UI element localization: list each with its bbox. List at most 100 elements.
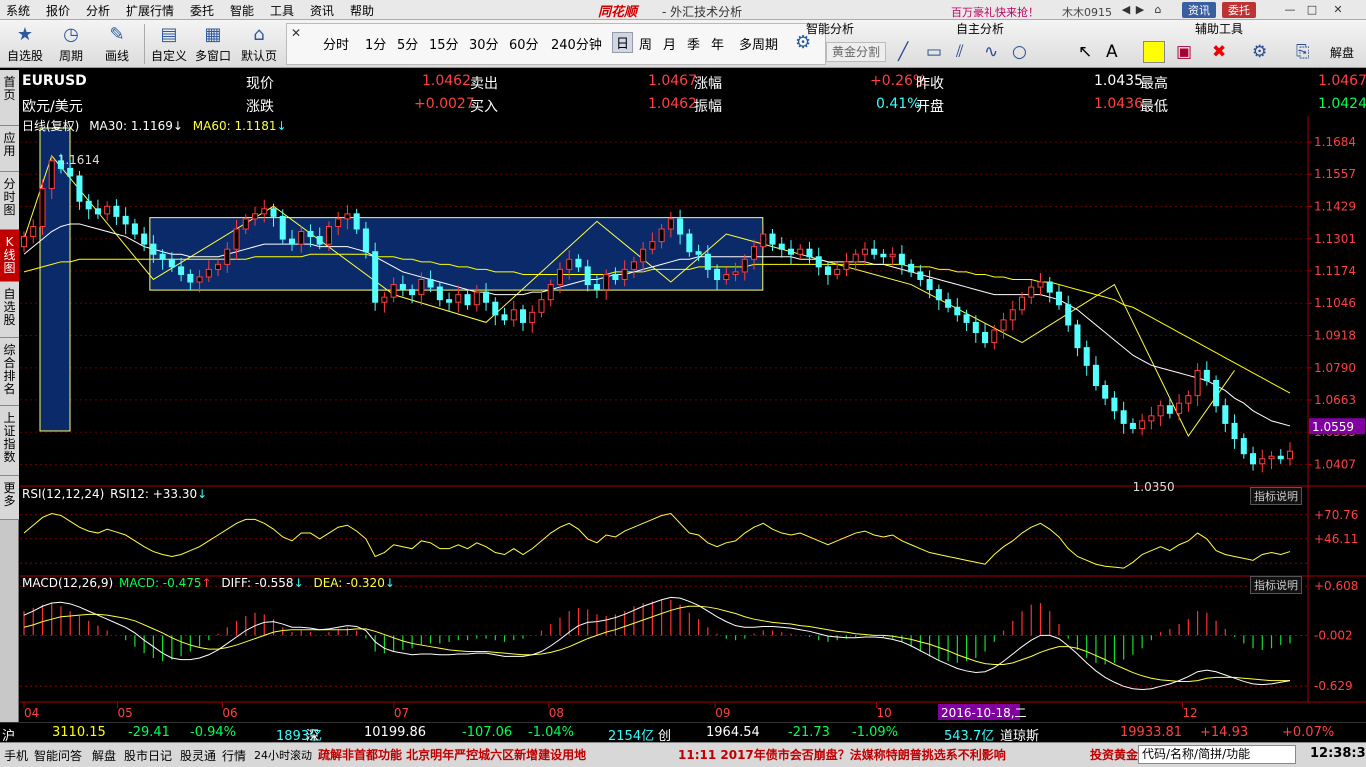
period-multi[interactable]: 多周期	[739, 34, 778, 53]
news-headline-2[interactable]: 11:11 2017年债市会否崩盘？法媒称特朗普挑选系不利影响	[678, 746, 1006, 763]
sidebar-item-kline[interactable]: K线图	[0, 230, 19, 282]
commentary-button[interactable]: 解盘	[1330, 44, 1354, 61]
period-5min[interactable]: 5分	[397, 34, 418, 53]
period-week[interactable]: 周	[639, 34, 652, 53]
status-24h[interactable]: 24小时滚动	[254, 747, 312, 763]
x-tick-label: 09	[715, 706, 730, 720]
trade-button[interactable]: 委托	[1222, 2, 1256, 18]
maximize-icon[interactable]: □	[1304, 2, 1320, 18]
menu-tools[interactable]: 工具	[270, 2, 294, 19]
news-headline-3[interactable]: 投资黄金	[1090, 746, 1138, 763]
candle-up	[529, 311, 536, 323]
candle-down	[686, 233, 693, 253]
multi-window-button[interactable]: ▦ 多窗口	[194, 23, 232, 65]
status-jiepan[interactable]: 解盘	[92, 747, 116, 764]
rsi-explain-button[interactable]: 指标说明	[1250, 487, 1302, 505]
candle-up	[215, 263, 222, 270]
home-icon[interactable]: ⌂	[1150, 2, 1166, 18]
aux-tools-header[interactable]: 辅助工具	[1184, 20, 1254, 36]
menu-system[interactable]: 系统	[6, 2, 30, 19]
candle-down	[972, 321, 979, 334]
golden-section-button[interactable]: 黄金分割	[826, 42, 886, 62]
macd-explain-button[interactable]: 指标说明	[1250, 576, 1302, 594]
candle-down	[168, 258, 175, 268]
y-tick-label: 1.1174	[1314, 264, 1356, 278]
default-page-button[interactable]: ⌂ 默认页	[240, 23, 278, 65]
sidebar-item-apps[interactable]: 应用	[0, 126, 19, 172]
candle-up	[381, 296, 388, 303]
period-button[interactable]: ◷ 周期	[52, 23, 90, 65]
save-drawing-icon[interactable]: ▣	[1176, 42, 1192, 62]
sidebar-item-ranking[interactable]: 综合排名	[0, 338, 19, 406]
y-tick-label: +0.608	[1314, 579, 1358, 593]
period-minute-chart[interactable]: 分时	[323, 34, 349, 53]
rectangle-tool-icon[interactable]: ▭	[926, 42, 942, 62]
x-tick-label: 10	[876, 706, 891, 720]
period-year[interactable]: 年	[711, 34, 724, 53]
status-mobile[interactable]: 手机	[4, 747, 28, 764]
period-60min[interactable]: 60分	[509, 34, 539, 53]
status-qa[interactable]: 智能问答	[34, 747, 82, 764]
custom-button[interactable]: ▤ 自定义	[150, 23, 188, 65]
menu-quote[interactable]: 报价	[46, 2, 70, 19]
period-month[interactable]: 月	[663, 34, 676, 53]
value-high: 1.0467	[1318, 73, 1366, 89]
candle-up	[298, 231, 305, 245]
delete-drawing-icon[interactable]: ✖	[1212, 42, 1226, 62]
index-ticker: 沪 3110.15 -29.41 -0.94% 1893亿深 10199.86 -107.0…	[0, 722, 1366, 744]
period-day[interactable]: 日	[612, 32, 634, 53]
code-search-input[interactable]: 代码/名称/简拼/功能	[1138, 745, 1296, 764]
candle-down	[1222, 405, 1229, 424]
minimize-icon[interactable]: —	[1282, 2, 1298, 18]
circle-tool-icon[interactable]: ○	[1012, 42, 1027, 62]
sidebar-item-shanghai-index[interactable]: 上证指数	[0, 406, 19, 476]
menu-trade[interactable]: 委托	[190, 2, 214, 19]
candle-down	[880, 253, 887, 258]
pointer-icon[interactable]: ↖	[1078, 42, 1092, 62]
news-headline-1[interactable]: 疏解非首都功能 北京明年严控城六区新增建设用地	[318, 746, 586, 763]
period-240min[interactable]: 240分钟	[551, 34, 602, 53]
status-gulingtong[interactable]: 股灵通	[180, 747, 216, 764]
close-icon[interactable]: ✕	[1330, 2, 1346, 18]
period-quarter[interactable]: 季	[687, 34, 700, 53]
status-market[interactable]: 行情	[222, 747, 246, 764]
sidebar-item-home[interactable]: 首页	[0, 70, 19, 126]
sidebar-item-timeshare[interactable]: 分时图	[0, 172, 19, 230]
promo-link[interactable]: 百万豪礼快来抢！	[951, 4, 1039, 20]
period-30min[interactable]: 30分	[469, 34, 499, 53]
color-picker[interactable]	[1143, 41, 1165, 63]
menu-news[interactable]: 资讯	[310, 2, 334, 19]
smart-analysis-header[interactable]: 智能分析	[790, 20, 870, 36]
sidebar-item-watchlist[interactable]: 自选股	[0, 282, 19, 338]
draw-line-button[interactable]: ✎ 画线	[98, 23, 136, 65]
line-tool-icon[interactable]: ╱	[898, 42, 908, 62]
menu-analysis[interactable]: 分析	[86, 2, 110, 19]
period-15min[interactable]: 15分	[429, 34, 459, 53]
status-diary[interactable]: 股市日记	[124, 747, 172, 764]
parallel-tool-icon[interactable]: ⫽	[956, 42, 964, 62]
close-period-bar-icon[interactable]: ✕	[291, 26, 301, 40]
candle-up	[751, 246, 758, 260]
text-tool-icon[interactable]: A	[1106, 42, 1118, 62]
info-button[interactable]: 资讯	[1182, 2, 1216, 18]
menu-smart[interactable]: 智能	[230, 2, 254, 19]
candle-down	[935, 289, 942, 301]
clock: 12:38:39	[1310, 746, 1366, 761]
drawing-settings-gear-icon[interactable]: ⚙	[1252, 42, 1267, 62]
menu-help[interactable]: 帮助	[350, 2, 374, 19]
menu-extended[interactable]: 扩展行情	[126, 2, 174, 19]
user-name[interactable]: 木木0915	[1062, 4, 1112, 20]
watchlist-button[interactable]: ★ 自选股	[6, 23, 44, 65]
forward-icon[interactable]: ▶	[1132, 2, 1148, 18]
candle-up	[20, 236, 28, 248]
candle-down	[187, 273, 194, 283]
candle-down	[677, 218, 684, 235]
kline-chart[interactable]: 1.1684 1.1557 1.1429 1.1301 1.1174 1.1046 1.09…	[20, 116, 1366, 720]
wave-tool-icon[interactable]: ∿	[984, 42, 998, 62]
period-1min[interactable]: 1分	[365, 34, 386, 53]
self-analysis-header[interactable]: 自主分析	[948, 20, 1012, 36]
sidebar-item-more[interactable]: 更多	[0, 476, 19, 520]
candle-up	[741, 258, 748, 273]
export-icon[interactable]: ⎘	[1296, 42, 1310, 62]
candle-up	[640, 248, 647, 263]
